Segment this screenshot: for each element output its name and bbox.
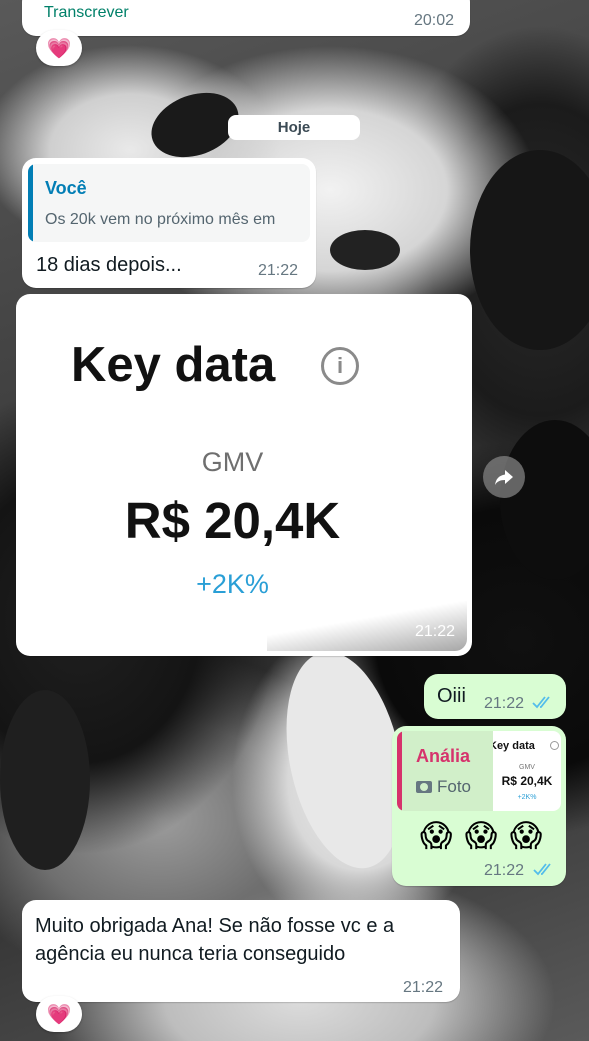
metric-change: +2K%	[196, 569, 269, 599]
message-time: 21:22	[414, 623, 455, 640]
card-title: Key data	[71, 338, 276, 392]
read-receipt-icon	[533, 863, 551, 876]
image-card[interactable]: Key data i GMV R$ 20,4K +2K% 21:22	[21, 299, 467, 651]
message-bubble-incoming[interactable]: Transcrever 20:02	[22, 0, 470, 36]
camera-icon	[416, 781, 432, 793]
quoted-photo[interactable]: Anália Foto Key data GMV R$ 20,4K +2K%	[397, 731, 561, 811]
share-arrow-icon	[495, 470, 513, 485]
info-icon: i	[321, 347, 359, 385]
message-time: 21:22	[403, 979, 444, 996]
metric-label: GMV	[201, 447, 264, 477]
pink-heart-icon: 💗	[46, 37, 72, 60]
emoji-message: 😱 😱 😱	[420, 818, 545, 853]
read-receipt-icon	[532, 696, 550, 709]
quote-author: Anália	[416, 746, 471, 766]
quoted-message[interactable]: Você Os 20k vem no próximo mês em	[28, 164, 310, 242]
quote-text: Os 20k vem no próximo mês em	[45, 211, 276, 228]
message-bubble-outgoing[interactable]: Anália Foto Key data GMV R$ 20,4K +2K% 😱…	[392, 726, 566, 886]
message-time: 21:22	[484, 862, 525, 879]
metric-value: R$ 20,4K	[124, 492, 341, 549]
message-text: Muito obrigada Ana! Se não fosse vc e a …	[35, 915, 395, 965]
message-bubble-incoming[interactable]: Você Os 20k vem no próximo mês em 18 dia…	[22, 158, 316, 288]
message-text: Oiii	[437, 685, 466, 707]
photo-thumbnail: Key data GMV R$ 20,4K +2K%	[493, 731, 561, 811]
message-text: 18 dias depois...	[36, 254, 182, 276]
image-message-bubble[interactable]: Key data i GMV R$ 20,4K +2K% 21:22	[16, 294, 472, 656]
quote-author: Você	[45, 178, 87, 198]
reaction-badge[interactable]: 💗	[36, 30, 82, 66]
message-time: 21:22	[258, 262, 299, 279]
day-separator: Hoje	[228, 115, 360, 140]
pink-heart-icon: 💗	[46, 1003, 72, 1026]
forward-button[interactable]	[483, 456, 525, 498]
reaction-badge[interactable]: 💗	[36, 996, 82, 1032]
message-time: 21:22	[484, 695, 525, 712]
message-bubble-outgoing[interactable]: Oiii 21:22	[424, 674, 566, 719]
thumb-info-icon	[550, 741, 559, 750]
quote-type: Foto	[437, 777, 472, 796]
message-bubble-incoming[interactable]: Muito obrigada Ana! Se não fosse vc e a …	[22, 900, 460, 1002]
message-time: 20:02	[414, 12, 455, 29]
transcribe-link[interactable]: Transcrever	[44, 4, 129, 22]
